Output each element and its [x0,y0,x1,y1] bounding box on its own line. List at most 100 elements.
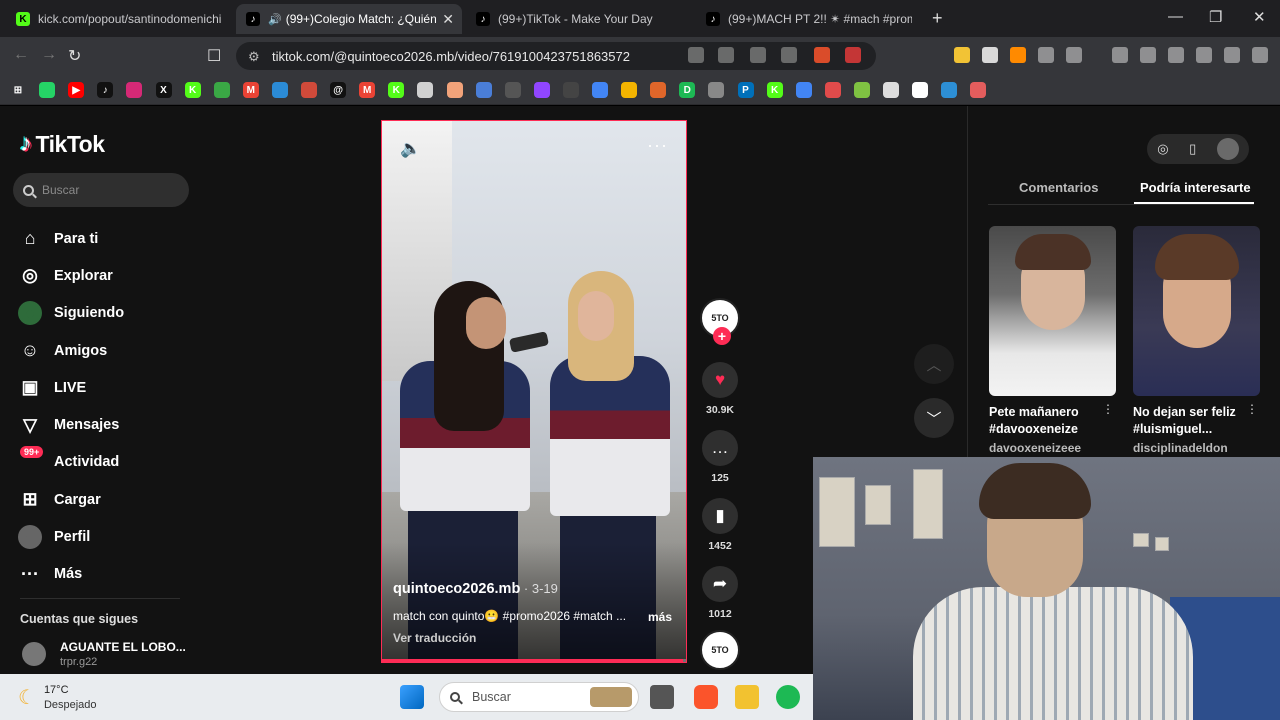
sidebar-item-amigos[interactable]: ☺ Amigos [18,332,124,369]
task-view-icon[interactable] [650,685,674,709]
video-player[interactable]: 🔈 ··· quintoeco2026.mb · 3-19 match con … [381,120,687,663]
sidebar-item-más[interactable]: ··· Más [18,556,124,593]
tiktok-logo[interactable]: ♪ TikTok [20,130,105,158]
reload-button[interactable]: ↻ [68,46,81,66]
extension-icon[interactable] [1168,47,1184,63]
twitch-icon[interactable] [533,82,550,98]
x-icon[interactable]: X [155,82,172,98]
avatar[interactable] [1216,138,1239,160]
tab-colegio-match[interactable]: ♪ 🔊 (99+)Colegio Match: ¿Quién es más ✕ [236,4,462,34]
share-icon[interactable] [781,47,797,63]
url-bar[interactable]: ⚙ tiktok.com/@quintoeco2026.mb/video/761… [236,42,876,70]
extension-icon[interactable] [1066,47,1082,63]
suggested-video-card[interactable]: No dejan ser feliz #luismiguel... discip… [1133,226,1260,455]
sound-avatar[interactable]: 5TO [700,630,740,670]
kick-icon[interactable]: K [766,82,783,98]
extension-icon[interactable] [1038,47,1054,63]
tab-kick-chat[interactable]: K kick.com/popout/santinodomenichini/cha… [6,4,232,34]
save-button[interactable]: ▮ 1452 [700,498,740,552]
tab-tiktok-home[interactable]: ♪ (99+)TikTok - Make Your Day [466,4,692,34]
app-icon[interactable] [504,82,521,98]
chart-icon[interactable] [301,82,317,98]
kick-icon[interactable]: K [388,82,405,98]
download-icon[interactable] [853,82,870,98]
app-icon[interactable]: D [679,82,696,98]
apps-grid-icon[interactable]: ⊞ [10,82,26,98]
creator-avatar[interactable]: 5TO + [700,298,740,345]
tiktok-icon[interactable]: ♪ [97,82,114,98]
extension-icon[interactable] [1224,47,1240,63]
sidebar-item-mensajes[interactable]: ▽ Mensajes [18,406,124,443]
extension-icon[interactable] [1112,47,1128,63]
sidebar-item-cargar[interactable]: ⊞ Cargar [18,481,124,518]
video-progress-bar[interactable] [382,659,686,662]
site-settings-icon[interactable]: ⚙ [248,49,260,65]
search-input[interactable]: Buscar [13,173,189,207]
volume-icon[interactable]: 🔈 [400,139,421,159]
close-tab-icon[interactable]: ✕ [442,11,454,28]
gmail-icon[interactable]: M [242,82,259,98]
extension-icon[interactable] [1252,47,1268,63]
back-button[interactable]: ← [13,46,29,64]
more-options-icon[interactable]: ··· [647,135,668,156]
app-icon[interactable] [970,82,987,98]
close-window-button[interactable]: ✕ [1253,8,1266,26]
download-icon[interactable] [941,82,958,98]
extension-icon[interactable] [1196,47,1212,63]
app-icon[interactable] [446,82,463,98]
more-options-icon[interactable]: ⋮ [1102,402,1114,416]
taskbar-search[interactable]: Buscar [439,682,639,712]
tab-suggested[interactable]: Podría interesarte [1140,180,1251,195]
sidebar-item-actividad[interactable]: 99+ Actividad [18,444,124,481]
chatgpt-icon[interactable] [562,82,579,98]
threads-icon[interactable]: @ [330,82,347,98]
app-icon[interactable] [650,82,667,98]
share-button[interactable]: ➦ 1012 [700,566,740,620]
translate-icon[interactable] [688,47,704,63]
youtube-icon[interactable]: ▶ [68,82,85,98]
sidebar-item-live[interactable]: ▣ LIVE [18,369,124,406]
app-icon[interactable] [417,82,434,98]
paypal-icon[interactable]: P [737,82,754,98]
forward-button[interactable]: → [41,46,57,64]
brave-browser-icon[interactable] [694,685,718,709]
sidebar-item-explorar[interactable]: ◎ Explorar [18,257,124,294]
caption-more-button[interactable]: más [648,610,672,624]
whatsapp-icon[interactable] [39,82,56,98]
docs-icon[interactable] [795,82,812,98]
suggested-video-card[interactable]: Pete mañanero #davooxeneize davooxeneize… [989,226,1116,455]
globe-icon[interactable] [708,82,725,98]
zoom-icon[interactable] [750,47,766,63]
gmail-icon[interactable]: M [359,82,376,98]
drive-icon[interactable] [621,82,638,98]
more-options-icon[interactable]: ⋮ [1246,402,1258,416]
sidebar-item-siguiendo[interactable]: ● Siguiendo [18,295,124,332]
video-author[interactable]: quintoeco2026.mb · 3-19 [393,581,558,597]
comment-button[interactable]: … 125 [700,430,740,484]
spotify-icon[interactable] [776,685,800,709]
like-button[interactable]: ♥ 30.9K [700,362,740,416]
instagram-icon[interactable] [126,82,143,98]
windows-start-icon[interactable] [400,685,424,709]
tab-comments[interactable]: Comentarios [1019,180,1098,195]
minimize-button[interactable]: — [1168,8,1183,25]
brave-shield-icon[interactable] [814,47,830,63]
extension-icon[interactable] [1010,47,1026,63]
app-icon[interactable] [271,82,288,98]
file-icon[interactable] [883,82,899,98]
translate-link[interactable]: Ver traducción [393,631,476,645]
globe-icon[interactable] [213,82,230,98]
kick-icon[interactable]: K [184,82,201,98]
docs-icon[interactable] [592,82,608,98]
next-video-button[interactable]: ﹀ [914,398,954,438]
follow-plus-icon[interactable]: + [713,327,731,345]
tab-mach[interactable]: ♪ (99+)MACH PT 2!! ✴ #mach #promo [696,4,922,34]
extension-icon[interactable] [982,47,998,63]
maximize-button[interactable]: ❐ [1209,8,1222,26]
bookmark-page-button[interactable]: ☐ [207,46,221,66]
extension-icon[interactable] [954,47,970,63]
previous-video-button[interactable]: ︿ [914,344,954,384]
app-icon[interactable] [912,82,929,98]
brave-rewards-icon[interactable] [845,47,861,63]
new-tab-button[interactable]: + [932,8,943,29]
